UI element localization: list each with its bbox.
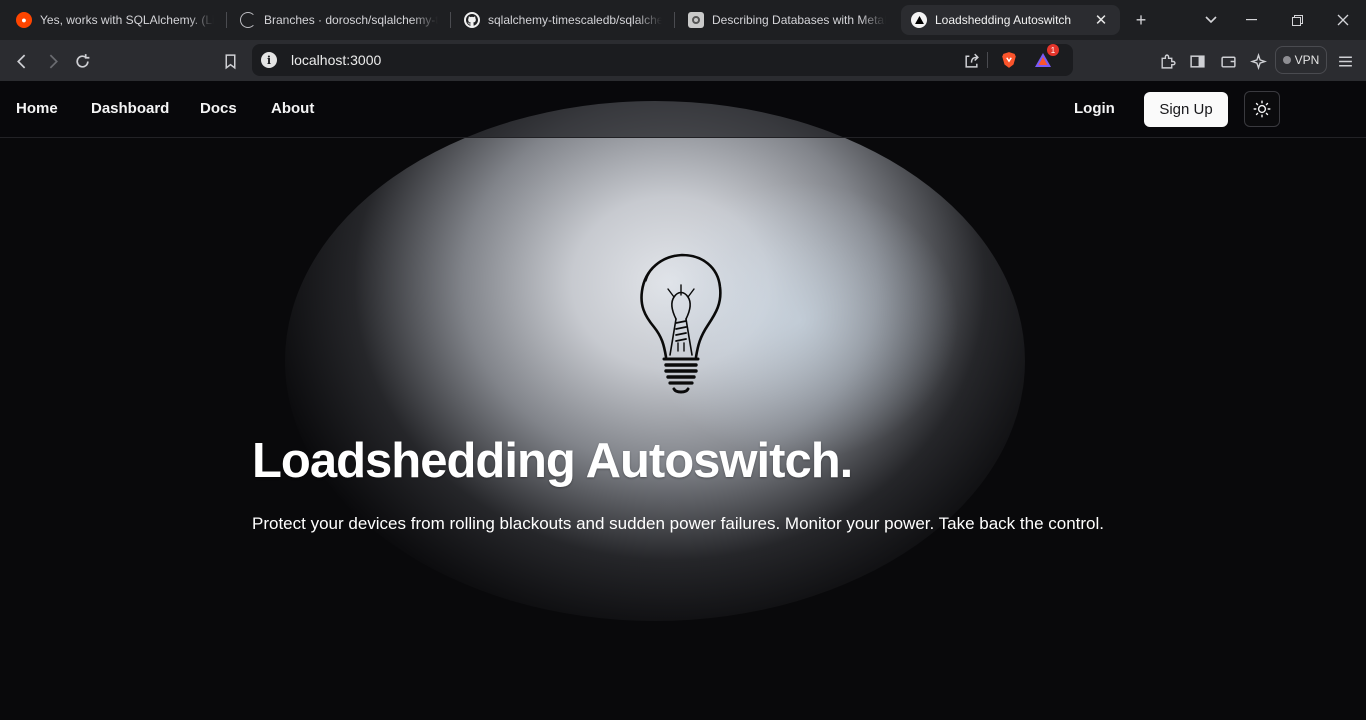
vercel-icon [911, 12, 927, 28]
minimize-icon[interactable] [1239, 8, 1263, 32]
tab-search-chevron-icon[interactable] [1199, 8, 1223, 32]
vpn-status-icon [1282, 56, 1291, 64]
leo-ai-icon[interactable] [1245, 48, 1271, 74]
brave-shields-icon[interactable] [999, 50, 1019, 70]
share-icon[interactable] [961, 50, 981, 70]
github-icon [464, 12, 480, 28]
browser-tab[interactable]: Branches · dorosch/sqlalchemy-ti [230, 5, 448, 35]
tab-title: Describing Databases with MetaD [712, 13, 886, 27]
tab-title: Branches · dorosch/sqlalchemy-ti [264, 13, 438, 27]
browser-tab[interactable]: sqlalchemy-timescaledb/sqlalche [454, 5, 672, 35]
url-text[interactable]: localhost:3000 [291, 52, 381, 68]
hero-subtitle: Protect your devices from rolling blacko… [252, 514, 1105, 533]
vpn-button[interactable]: VPN [1275, 46, 1327, 74]
browser-tab-active[interactable]: Loadshedding Autoswitch ✕ [901, 5, 1120, 35]
address-bar[interactable]: i localhost:3000 1 [252, 44, 1073, 76]
reload-icon[interactable] [69, 48, 95, 74]
sqlalchemy-icon [688, 12, 704, 28]
restore-icon[interactable] [1285, 8, 1309, 32]
browser-tab[interactable]: Describing Databases with MetaD [678, 5, 896, 35]
bookmark-icon[interactable] [217, 48, 243, 74]
web-page: Home Dashboard Docs About Login Sign Up [0, 81, 1366, 720]
forward-icon[interactable] [39, 48, 65, 74]
nav-dashboard-link[interactable]: Dashboard [91, 100, 169, 117]
nav-docs-link[interactable]: Docs [200, 100, 237, 117]
wallet-icon[interactable] [1215, 48, 1241, 74]
tab-title: sqlalchemy-timescaledb/sqlalche [488, 13, 662, 27]
new-tab-icon[interactable]: + [1129, 8, 1153, 32]
browser-tab[interactable]: ● Yes, works with SQLAlchemy. (Like [6, 5, 224, 35]
site-navbar: Home Dashboard Docs About Login Sign Up [0, 81, 1366, 138]
browser-tab-strip: ● Yes, works with SQLAlchemy. (Like Bran… [0, 0, 1366, 40]
hero-title: Loadshedding Autoswitch. [252, 434, 853, 488]
extensions-icon[interactable] [1154, 48, 1180, 74]
reddit-icon: ● [16, 12, 32, 28]
site-info-icon[interactable]: i [261, 52, 277, 68]
tab-title: Yes, works with SQLAlchemy. (Like [40, 13, 214, 27]
theme-toggle-button[interactable] [1244, 91, 1280, 127]
notification-badge: 1 [1047, 44, 1059, 56]
nav-about-link[interactable]: About [271, 100, 314, 117]
nav-home-link[interactable]: Home [16, 100, 58, 117]
back-icon[interactable] [9, 48, 35, 74]
browser-toolbar: i localhost:3000 1 VPN [0, 40, 1366, 81]
close-window-icon[interactable] [1331, 8, 1355, 32]
menu-icon[interactable] [1332, 48, 1358, 74]
lightbulb-icon [640, 253, 722, 394]
close-tab-icon[interactable]: ✕ [1092, 11, 1110, 29]
tab-title: Loadshedding Autoswitch [935, 13, 1072, 27]
login-link[interactable]: Login [1074, 100, 1115, 117]
vpn-label: VPN [1294, 53, 1320, 67]
sun-icon [1253, 100, 1271, 118]
brave-rewards-icon[interactable]: 1 [1033, 44, 1059, 70]
loading-icon [240, 12, 256, 28]
sidebar-icon[interactable] [1184, 48, 1210, 74]
signup-button[interactable]: Sign Up [1144, 92, 1228, 127]
